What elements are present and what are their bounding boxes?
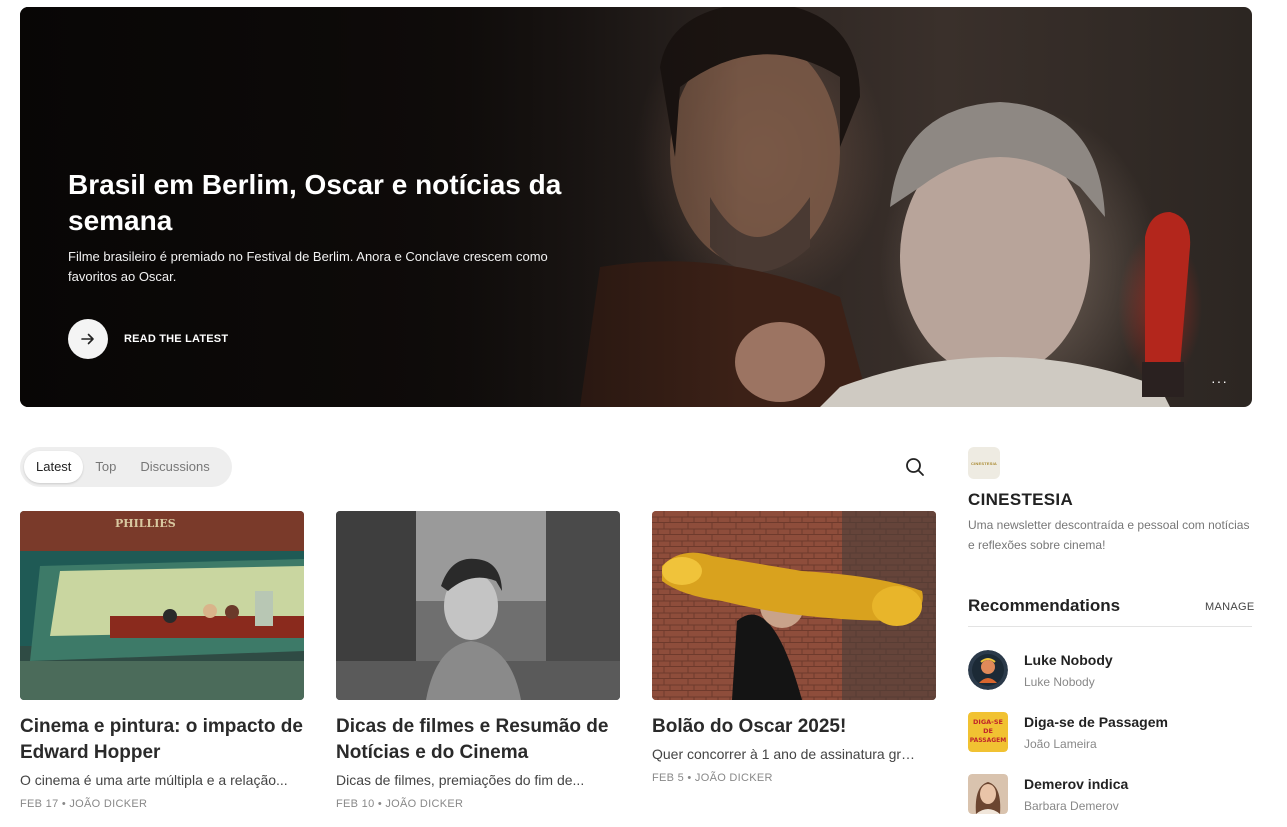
tab-discussions[interactable]: Discussions [128, 451, 221, 483]
post-card[interactable]: Dicas de filmes e Resumão de Notícias e … [336, 511, 620, 810]
hero-banner[interactable]: Brasil em Berlim, Oscar e notícias da se… [20, 7, 1252, 407]
post-excerpt: O cinema é uma arte múltipla e a relação… [20, 772, 288, 788]
avatar [968, 774, 1008, 814]
post-card[interactable]: Bolão do Oscar 2025! Quer concorrer à 1 … [652, 511, 936, 784]
svg-text:PASSAGEM: PASSAGEM [970, 737, 1007, 744]
tab-top[interactable]: Top [83, 451, 128, 483]
read-latest-button[interactable]: READ THE LATEST [68, 319, 228, 359]
manage-recommendations-link[interactable]: MANAGE [1205, 601, 1254, 613]
recommendation-author: Barbara Demerov [1024, 799, 1119, 813]
post-filter-tabs: Latest Top Discussions [20, 447, 232, 487]
recommendation-author: Luke Nobody [1024, 675, 1095, 689]
post-meta: FEB 10 • JOÃO DICKER [336, 798, 464, 810]
publication-logo[interactable]: CINESTESIA [968, 447, 1000, 479]
tab-latest[interactable]: Latest [24, 451, 84, 483]
hero-title[interactable]: Brasil em Berlim, Oscar e notícias da se… [68, 167, 628, 239]
post-excerpt: Dicas de filmes, premiações do fim de... [336, 772, 585, 788]
search-icon[interactable] [904, 456, 926, 478]
post-card[interactable]: PHILLIES Cinema e pintura: o impacto de … [20, 511, 304, 810]
post-thumbnail[interactable]: PHILLIES [20, 511, 304, 700]
post-meta: FEB 17 • JOÃO DICKER [20, 798, 148, 810]
post-title[interactable]: Dicas de filmes e Resumão de Notícias e … [336, 714, 620, 766]
recommendation-item[interactable]: DIGA-SE DE PASSAGEM Diga-se de Passagem … [968, 712, 1252, 756]
post-thumbnail[interactable] [652, 511, 936, 700]
ellipsis-icon[interactable]: ··· [1211, 373, 1228, 389]
avatar: DIGA-SE DE PASSAGEM [968, 712, 1008, 752]
arrow-right-icon[interactable] [68, 319, 108, 359]
hero-subtitle: Filme brasileiro é premiado no Festival … [68, 249, 548, 284]
publication-name[interactable]: CINESTESIA [968, 490, 1073, 510]
recommendation-author: João Lameira [1024, 737, 1097, 751]
recommendation-item[interactable]: Luke Nobody Luke Nobody [968, 650, 1252, 694]
divider [968, 626, 1252, 627]
post-meta: FEB 5 • JOÃO DICKER [652, 772, 773, 784]
svg-text:DIGA-SE: DIGA-SE [973, 718, 1003, 726]
post-title[interactable]: Cinema e pintura: o impacto de Edward Ho… [20, 714, 304, 766]
post-thumbnail[interactable] [336, 511, 620, 700]
svg-text:DE: DE [983, 727, 993, 735]
recommendations-heading: Recommendations [968, 596, 1121, 615]
recommendation-name[interactable]: Demerov indica [1024, 776, 1128, 792]
phillies-sign: PHILLIES [115, 517, 176, 530]
post-title[interactable]: Bolão do Oscar 2025! [652, 714, 936, 740]
avatar [968, 650, 1008, 690]
post-excerpt: Quer concorrer à 1 ano de assinatura grá… [652, 746, 922, 762]
read-latest-label[interactable]: READ THE LATEST [124, 333, 228, 345]
recommendation-name[interactable]: Diga-se de Passagem [1024, 714, 1168, 730]
recommendation-name[interactable]: Luke Nobody [1024, 652, 1113, 668]
recommendation-item[interactable]: Demerov indica Barbara Demerov [968, 774, 1252, 818]
publication-description: Uma newsletter descontraída e pessoal co… [968, 518, 1250, 552]
